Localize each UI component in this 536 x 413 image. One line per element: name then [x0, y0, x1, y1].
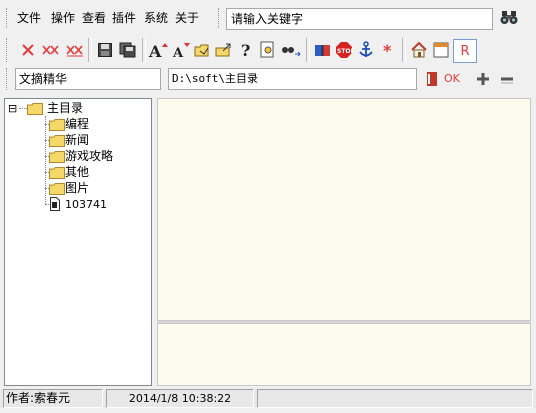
tree-label: 新闻	[65, 133, 90, 147]
tree-label: 103741	[65, 198, 107, 211]
help-icon[interactable]: ?	[236, 40, 256, 60]
stop-icon[interactable]: STOP	[334, 40, 354, 60]
toolbar-grip	[6, 38, 9, 62]
pathbar-grip	[6, 68, 9, 90]
font-increase-icon[interactable]: A	[148, 40, 168, 60]
tree-label: 主目录	[47, 101, 84, 115]
toolbar-separator	[142, 38, 146, 62]
asterisk-icon[interactable]: *	[378, 40, 398, 60]
folder-tree[interactable]: ⊟ 主目录 编程 新闻 游戏攻略 其他 图片 103741	[4, 98, 152, 386]
folder-icon	[49, 167, 65, 179]
tree-label: 编程	[65, 117, 90, 131]
tree-item-other[interactable]: 其他	[45, 165, 145, 180]
status-extra	[257, 389, 533, 408]
tree-root[interactable]: ⊟ 主目录	[8, 101, 148, 116]
svg-text:STOP: STOP	[337, 48, 353, 55]
status-author: 作者:索春元	[3, 389, 103, 408]
red-book-icon[interactable]	[422, 69, 442, 89]
path-input[interactable]: D:\soft\主目录	[168, 68, 417, 90]
menu-plugin[interactable]: 插件	[112, 9, 136, 26]
home-icon[interactable]	[409, 40, 429, 60]
folder-icon	[49, 119, 65, 131]
status-datetime: 2014/1/8 10:38:22	[106, 389, 254, 408]
tree-label: 游戏攻略	[65, 149, 114, 163]
font-decrease-icon[interactable]: A	[171, 40, 191, 60]
search-input[interactable]: 请输入关键字	[226, 8, 493, 30]
toolbar-separator	[402, 38, 406, 62]
menu-system[interactable]: 系统	[144, 9, 168, 26]
anchor-icon[interactable]	[356, 40, 376, 60]
folder-icon	[49, 151, 65, 163]
delete-multiple-icon[interactable]	[41, 40, 61, 60]
svg-text:?: ?	[241, 41, 250, 59]
folder-icon	[49, 135, 65, 147]
tree-label: 图片	[65, 181, 90, 195]
svg-text:A: A	[148, 42, 162, 59]
menu-view[interactable]: 查看	[82, 9, 106, 26]
search-grip	[218, 8, 221, 28]
tree-item-file[interactable]: 103741	[45, 197, 145, 212]
binoculars-icon[interactable]	[500, 9, 518, 25]
tree-connector	[19, 108, 27, 109]
document-icon	[50, 197, 60, 211]
menu-about[interactable]: 关于	[175, 9, 199, 26]
menu-action[interactable]: 操作	[51, 9, 75, 26]
folder-icon	[49, 183, 65, 195]
export-folder-icon[interactable]	[214, 40, 234, 60]
tree-item-programming[interactable]: 编程	[45, 117, 145, 132]
zoom-out-icon[interactable]	[497, 69, 517, 89]
go-button[interactable]: OK	[444, 70, 464, 88]
zoom-in-icon[interactable]	[473, 69, 493, 89]
menu-grip	[6, 8, 9, 28]
delete-all-icon[interactable]	[65, 40, 85, 60]
title-input[interactable]: 文摘精华	[15, 68, 161, 90]
right-align-label: R	[460, 43, 470, 59]
document-find-icon[interactable]	[258, 40, 278, 60]
tree-item-game-guides[interactable]: 游戏攻略	[45, 149, 145, 164]
content-view[interactable]	[157, 98, 531, 321]
book-icon[interactable]	[313, 40, 333, 60]
collapse-icon[interactable]: ⊟	[8, 101, 17, 116]
tree-item-pictures[interactable]: 图片	[45, 181, 145, 196]
delete-icon[interactable]	[18, 40, 38, 60]
content-preview[interactable]	[157, 323, 531, 386]
folder-icon	[27, 103, 43, 115]
svg-text:A: A	[172, 46, 184, 59]
toolbar-separator	[88, 38, 92, 62]
svg-text:*: *	[383, 42, 392, 58]
window-icon[interactable]	[431, 40, 451, 60]
right-align-button[interactable]: R	[453, 39, 477, 63]
menu-file[interactable]: 文件	[17, 9, 41, 26]
save-icon[interactable]	[95, 40, 115, 60]
tree-item-news[interactable]: 新闻	[45, 133, 145, 148]
tree-label: 其他	[65, 165, 90, 179]
toolbar-separator	[306, 38, 310, 62]
save-all-icon[interactable]	[118, 40, 138, 60]
find-next-icon[interactable]	[281, 40, 301, 60]
open-folder-icon[interactable]	[193, 40, 213, 60]
